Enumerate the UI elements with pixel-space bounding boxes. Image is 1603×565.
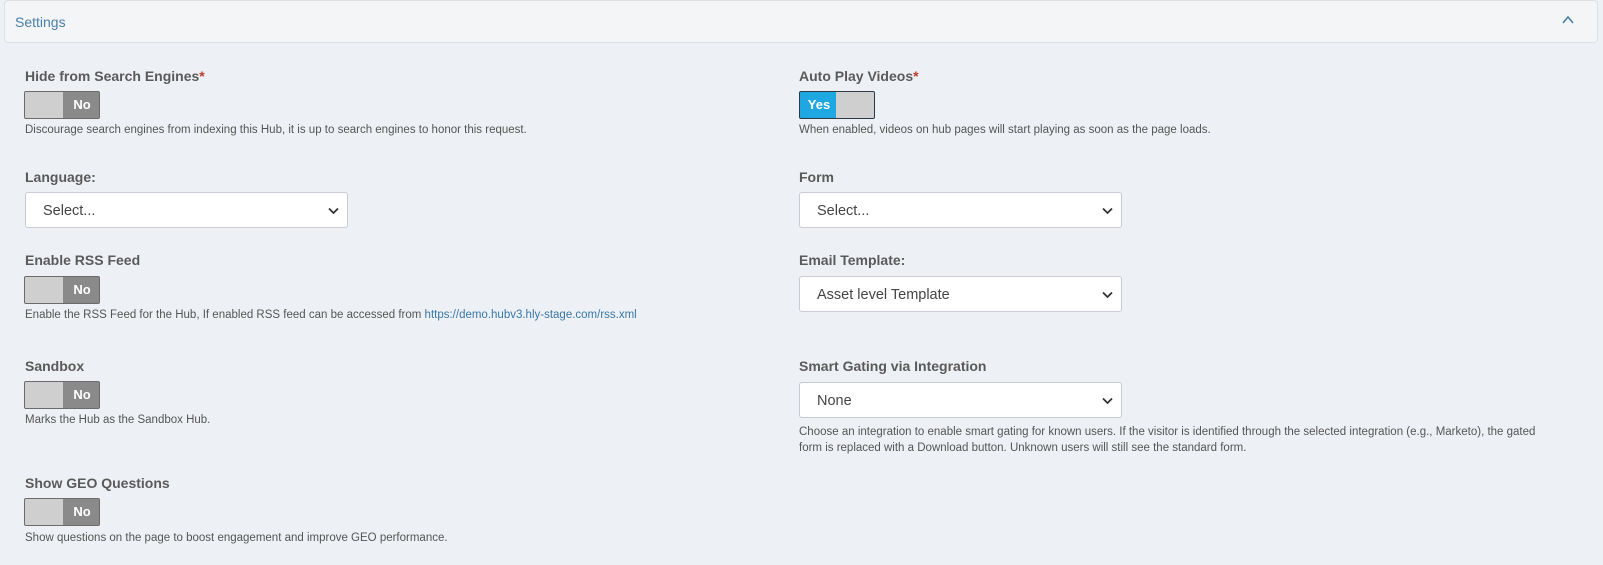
chevron-down-icon bbox=[1102, 397, 1113, 405]
required-mark: * bbox=[199, 68, 205, 84]
toggle-state: No bbox=[73, 504, 91, 519]
email-template-select[interactable]: Asset level Template bbox=[799, 276, 1122, 312]
autoplay-help: When enabled, videos on hub pages will s… bbox=[799, 124, 1211, 136]
sandbox-toggle[interactable]: No bbox=[24, 381, 100, 409]
toggle-state: No bbox=[73, 387, 91, 402]
language-select[interactable]: Select... bbox=[25, 192, 348, 228]
autoplay-label: Auto Play Videos* bbox=[799, 68, 919, 84]
chevron-down-icon bbox=[328, 207, 339, 215]
language-select-value: Select... bbox=[43, 203, 96, 219]
rss-help-text: Enable the RSS Feed for the Hub, If enab… bbox=[25, 309, 425, 321]
chevron-up-icon[interactable] bbox=[1561, 13, 1575, 27]
language-label: Language: bbox=[25, 169, 96, 185]
hide-search-toggle[interactable]: No bbox=[24, 91, 100, 119]
rss-feed-link[interactable]: https://demo.hubv3.hly-stage.com/rss.xml bbox=[425, 309, 637, 321]
autoplay-toggle[interactable]: Yes bbox=[799, 91, 875, 119]
hide-search-help: Discourage search engines from indexing … bbox=[25, 124, 527, 136]
sandbox-help: Marks the Hub as the Sandbox Hub. bbox=[25, 414, 211, 426]
smart-gating-help: Choose an integration to enable smart ga… bbox=[799, 426, 1536, 454]
toggle-state: No bbox=[73, 282, 91, 297]
rss-help: Enable the RSS Feed for the Hub, If enab… bbox=[25, 309, 637, 321]
chevron-down-icon bbox=[1102, 291, 1113, 299]
rss-toggle[interactable]: No bbox=[24, 276, 100, 304]
panel-title: Settings bbox=[15, 14, 66, 30]
form-select[interactable]: Select... bbox=[799, 192, 1122, 228]
smart-gating-select-value: None bbox=[817, 393, 852, 409]
smart-gating-label: Smart Gating via Integration bbox=[799, 358, 987, 374]
rss-label: Enable RSS Feed bbox=[25, 252, 141, 268]
chevron-down-icon bbox=[1102, 207, 1113, 215]
toggle-state: Yes bbox=[807, 97, 831, 112]
form-select-value: Select... bbox=[817, 203, 870, 219]
toggle-knob bbox=[25, 277, 63, 303]
required-mark: * bbox=[913, 68, 919, 84]
toggle-knob bbox=[25, 92, 63, 118]
toggle-knob bbox=[25, 499, 63, 525]
autoplay-label-text: Auto Play Videos bbox=[799, 68, 914, 84]
hide-search-label: Hide from Search Engines* bbox=[25, 68, 205, 84]
geo-label: Show GEO Questions bbox=[25, 475, 170, 491]
settings-panel-header[interactable]: Settings bbox=[4, 0, 1598, 43]
toggle-state: No bbox=[73, 97, 91, 112]
geo-help: Show questions on the page to boost enga… bbox=[25, 532, 448, 544]
email-template-label: Email Template: bbox=[799, 252, 906, 268]
toggle-knob bbox=[25, 382, 63, 408]
geo-toggle[interactable]: No bbox=[24, 498, 100, 526]
form-label: Form bbox=[799, 169, 834, 185]
hide-search-label-text: Hide from Search Engines bbox=[25, 68, 200, 84]
smart-gating-select[interactable]: None bbox=[799, 382, 1122, 418]
email-template-select-value: Asset level Template bbox=[817, 287, 950, 303]
toggle-knob bbox=[836, 92, 874, 118]
sandbox-label: Sandbox bbox=[25, 358, 85, 374]
